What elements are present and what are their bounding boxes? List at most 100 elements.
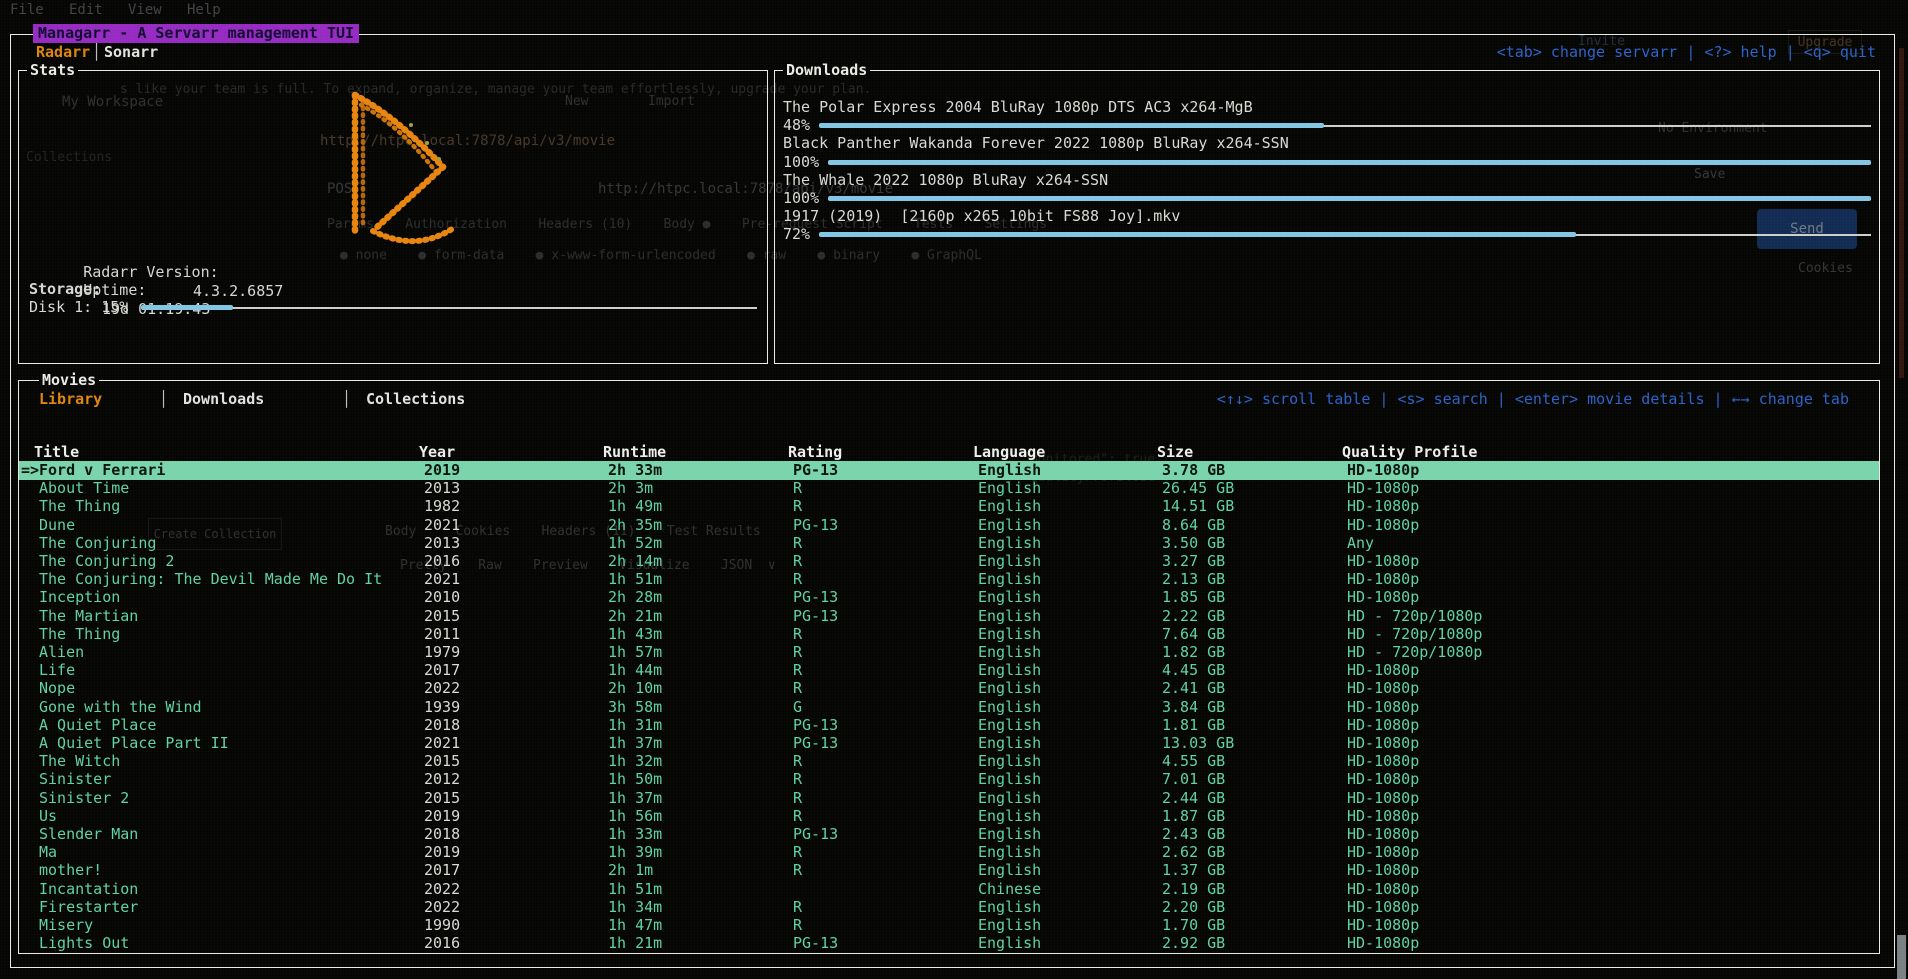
- cell-language: English: [978, 479, 1041, 498]
- cell-rating: R: [793, 752, 802, 771]
- cell-year: 1982: [424, 497, 460, 516]
- cell-title: Misery: [39, 916, 93, 935]
- table-row[interactable]: Us20191h 56mREnglish1.87 GBHD-1080p: [19, 807, 1879, 826]
- cell-title: A Quiet Place: [39, 716, 156, 735]
- cell-year: 2015: [424, 789, 460, 808]
- tab-sonarr[interactable]: Sonarr: [104, 43, 158, 62]
- cell-quality: HD-1080p: [1347, 934, 1419, 953]
- cell-quality: HD-1080p: [1347, 825, 1419, 844]
- cell-language: English: [978, 861, 1041, 880]
- table-header-row: Title Year Runtime Rating Language Size …: [19, 443, 1879, 462]
- table-row[interactable]: The Witch20151h 32mREnglish4.55 GBHD-108…: [19, 752, 1879, 771]
- cell-rating: R: [793, 570, 802, 589]
- cell-size: 2.20 GB: [1162, 898, 1225, 917]
- table-row-selected[interactable]: =>Ford v Ferrari20192h 33mPG-13English3.…: [19, 461, 1879, 480]
- cell-rating: R: [793, 843, 802, 862]
- cell-year: 2019: [424, 461, 460, 480]
- cell-rating: R: [793, 770, 802, 789]
- col-title[interactable]: Title: [34, 443, 79, 462]
- cell-title: Life: [39, 661, 75, 680]
- table-row[interactable]: Inception20102h 28mPG-13English1.85 GBHD…: [19, 588, 1879, 607]
- cell-runtime: 2h 28m: [608, 588, 662, 607]
- col-size[interactable]: Size: [1157, 443, 1193, 462]
- tab-collections[interactable]: Collections: [366, 390, 465, 409]
- table-row[interactable]: Dune20212h 35mPG-13English8.64 GBHD-1080…: [19, 516, 1879, 535]
- cell-runtime: 1h 47m: [608, 916, 662, 935]
- download-progress-gauge: 48%: [783, 116, 1871, 135]
- cell-year: 2022: [424, 898, 460, 917]
- table-row[interactable]: Gone with the Wind19393h 58mGEnglish3.84…: [19, 698, 1879, 717]
- table-row[interactable]: About Time20132h 3mREnglish26.45 GBHD-10…: [19, 479, 1879, 498]
- col-quality-profile[interactable]: Quality Profile: [1342, 443, 1477, 462]
- table-row[interactable]: The Thing19821h 49mREnglish14.51 GBHD-10…: [19, 497, 1879, 516]
- col-rating[interactable]: Rating: [788, 443, 842, 462]
- download-percent-label: 100%: [783, 189, 819, 208]
- table-row[interactable]: mother!20172h 1mREnglish1.37 GBHD-1080p: [19, 861, 1879, 880]
- cell-runtime: 1h 57m: [608, 643, 662, 662]
- cell-runtime: 1h 52m: [608, 534, 662, 553]
- cell-title: The Conjuring: [39, 534, 156, 553]
- cell-size: 3.78 GB: [1162, 461, 1225, 480]
- table-row[interactable]: Life20171h 44mREnglish4.45 GBHD-1080p: [19, 661, 1879, 680]
- cell-size: 2.62 GB: [1162, 843, 1225, 862]
- tab-downloads[interactable]: Downloads: [183, 390, 264, 409]
- table-row[interactable]: Incantation20221h 51mChinese2.19 GBHD-10…: [19, 880, 1879, 899]
- cell-size: 2.41 GB: [1162, 679, 1225, 698]
- table-row[interactable]: Alien19791h 57mREnglish1.82 GBHD - 720p/…: [19, 643, 1879, 662]
- table-row[interactable]: Nope20222h 10mREnglish2.41 GBHD-1080p: [19, 679, 1879, 698]
- cell-rating: R: [793, 807, 802, 826]
- cell-language: English: [978, 752, 1041, 771]
- cell-language: English: [978, 789, 1041, 808]
- cell-size: 4.45 GB: [1162, 661, 1225, 680]
- disk-gauge-label: Disk 1: 15%: [29, 298, 128, 317]
- cell-rating: PG-13: [793, 516, 838, 535]
- cell-runtime: 1h 34m: [608, 898, 662, 917]
- tab-library[interactable]: Library: [39, 390, 102, 409]
- table-row[interactable]: The Conjuring 220162h 14mREnglish3.27 GB…: [19, 552, 1879, 571]
- table-row[interactable]: A Quiet Place20181h 31mPG-13English1.81 …: [19, 716, 1879, 735]
- table-row[interactable]: A Quiet Place Part II20211h 37mPG-13Engl…: [19, 734, 1879, 753]
- cell-quality: HD-1080p: [1347, 461, 1419, 480]
- col-year[interactable]: Year: [419, 443, 455, 462]
- table-row[interactable]: The Conjuring20131h 52mREnglish3.50 GBAn…: [19, 534, 1879, 553]
- download-percent-label: 100%: [783, 153, 819, 172]
- table-row[interactable]: The Martian20152h 21mPG-13English2.22 GB…: [19, 607, 1879, 626]
- cell-size: 2.44 GB: [1162, 789, 1225, 808]
- cell-size: 2.19 GB: [1162, 880, 1225, 899]
- cell-year: 2010: [424, 588, 460, 607]
- table-row[interactable]: The Thing20111h 43mREnglish7.64 GBHD - 7…: [19, 625, 1879, 644]
- cell-size: 3.50 GB: [1162, 534, 1225, 553]
- cell-language: English: [978, 461, 1041, 480]
- version-line: Radarr Version: 4.3.2.6857: [29, 244, 219, 263]
- table-row[interactable]: Firestarter20221h 34mREnglish2.20 GBHD-1…: [19, 898, 1879, 917]
- cell-year: 2022: [424, 679, 460, 698]
- tab-radarr[interactable]: Radarr: [36, 43, 90, 62]
- table-row[interactable]: The Conjuring: The Devil Made Me Do It20…: [19, 570, 1879, 589]
- cell-size: 1.85 GB: [1162, 588, 1225, 607]
- table-row[interactable]: Slender Man20181h 33mPG-13English2.43 GB…: [19, 825, 1879, 844]
- cell-language: English: [978, 552, 1041, 571]
- col-language[interactable]: Language: [973, 443, 1045, 462]
- servarr-tab-separator: │: [92, 43, 101, 62]
- cell-year: 2018: [424, 716, 460, 735]
- cell-title: Ma: [39, 843, 57, 862]
- table-row[interactable]: Sinister20121h 50mREnglish7.01 GBHD-1080…: [19, 770, 1879, 789]
- cell-runtime: 3h 58m: [608, 698, 662, 717]
- cell-rating: G: [793, 698, 802, 717]
- cell-year: 2021: [424, 516, 460, 535]
- cell-size: 1.81 GB: [1162, 716, 1225, 735]
- table-row[interactable]: Misery19901h 47mREnglish1.70 GBHD-1080p: [19, 916, 1879, 935]
- cell-quality: HD-1080p: [1347, 497, 1419, 516]
- cell-year: 2022: [424, 880, 460, 899]
- cell-quality: HD - 720p/1080p: [1347, 625, 1482, 644]
- cell-language: English: [978, 716, 1041, 735]
- right-scrollbar-thumb[interactable]: [1897, 935, 1906, 979]
- table-row[interactable]: Lights Out20161h 21mPG-13English2.92 GBH…: [19, 934, 1879, 953]
- cell-quality: HD-1080p: [1347, 552, 1419, 571]
- col-runtime[interactable]: Runtime: [603, 443, 666, 462]
- stats-panel: Stats Radarr Version: 4.3.2.6857 Uptime:…: [18, 70, 768, 364]
- cell-quality: HD-1080p: [1347, 916, 1419, 935]
- table-row[interactable]: Sinister 220151h 37mREnglish2.44 GBHD-10…: [19, 789, 1879, 808]
- cell-runtime: 1h 37m: [608, 734, 662, 753]
- table-row[interactable]: Ma20191h 39mREnglish2.62 GBHD-1080p: [19, 843, 1879, 862]
